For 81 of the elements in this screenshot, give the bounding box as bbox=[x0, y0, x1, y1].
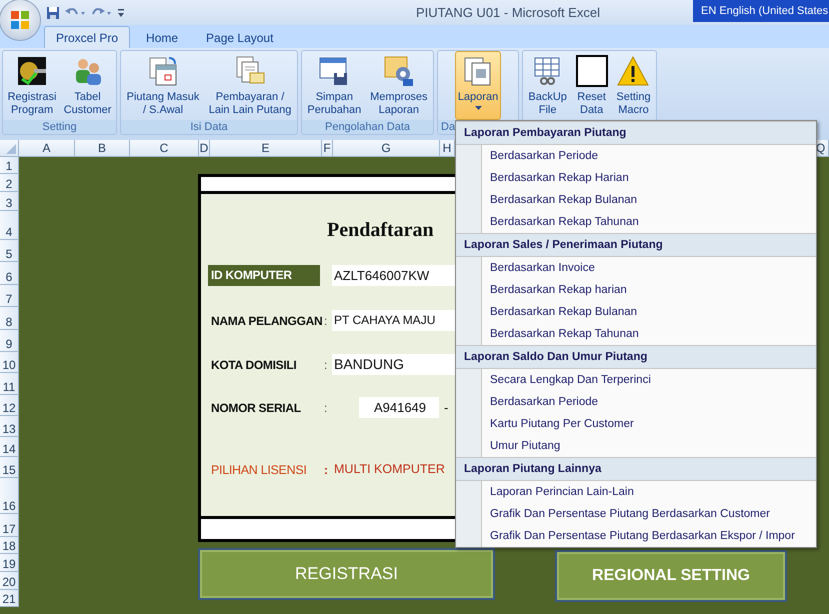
column-header[interactable]: F bbox=[322, 140, 333, 156]
ribbon-tab[interactable]: Page Layout bbox=[194, 26, 286, 48]
ribbon-button[interactable]: Tabel Customer bbox=[60, 51, 114, 120]
colon-separator: : bbox=[324, 462, 329, 476]
row-header[interactable]: 4 bbox=[0, 211, 18, 240]
column-header[interactable]: D bbox=[199, 140, 210, 156]
group-label: Setting bbox=[3, 120, 116, 134]
warning-icon bbox=[617, 55, 650, 87]
row-header[interactable]: 3 bbox=[0, 192, 18, 211]
gear-icon bbox=[382, 55, 415, 87]
row-header[interactable]: 11 bbox=[0, 373, 18, 395]
menu-item[interactable]: Grafik Dan Persentase Piutang Berdasarkan Ekspor / Impor bbox=[456, 525, 816, 547]
column-header[interactable]: G bbox=[333, 140, 440, 156]
row-header[interactable]: 14 bbox=[0, 437, 18, 457]
ribbon-button[interactable]: Setting Macro bbox=[613, 51, 654, 120]
row-header[interactable]: 15 bbox=[0, 457, 18, 478]
row-header[interactable]: 10 bbox=[0, 352, 18, 373]
dash-separator: - bbox=[444, 400, 448, 415]
field-label: ID KOMPUTER bbox=[208, 265, 320, 286]
menu-item[interactable]: Kartu Piutang Per Customer bbox=[456, 413, 816, 435]
ribbon-tab[interactable]: Proxcel Pro bbox=[44, 26, 130, 48]
row-header[interactable]: 2 bbox=[0, 174, 18, 192]
row-header[interactable]: 8 bbox=[0, 307, 18, 330]
field-label: NAMA PELANGGAN bbox=[211, 314, 324, 328]
menu-section-header: Laporan Piutang Lainnya bbox=[456, 457, 816, 481]
menu-item[interactable]: Umur Piutang bbox=[456, 435, 816, 457]
ribbon-tab[interactable]: Home bbox=[134, 26, 190, 48]
column-header[interactable]: E bbox=[210, 140, 322, 156]
colon-separator: : bbox=[324, 358, 328, 372]
row-header[interactable]: 7 bbox=[0, 285, 18, 307]
office-logo-icon bbox=[9, 9, 31, 31]
row-header[interactable]: 16 bbox=[0, 478, 18, 514]
row-header[interactable]: 1 bbox=[0, 157, 18, 174]
row-header[interactable]: 19 bbox=[0, 554, 18, 572]
row-header[interactable]: 21 bbox=[0, 590, 18, 607]
column-header[interactable]: C bbox=[130, 140, 199, 156]
group-label: Pengolahan Data bbox=[302, 120, 433, 134]
ribbon-button[interactable]: Simpan Perubahan bbox=[304, 51, 364, 120]
ribbon-button[interactable]: Pembayaran / Lain Lain Putang bbox=[206, 51, 294, 120]
row-header[interactable]: 17 bbox=[0, 514, 18, 537]
field-label: PILIHAN LISENSI bbox=[211, 462, 308, 476]
colon-separator: : bbox=[324, 400, 328, 414]
ribbon-button[interactable]: Memproses Laporan bbox=[367, 51, 431, 120]
field-value: MULTI KOMPUTER bbox=[333, 461, 445, 478]
menu-item[interactable]: Laporan Perincian Lain-Lain bbox=[456, 481, 816, 503]
group-label: Isi Data bbox=[121, 120, 297, 134]
row-header[interactable]: 18 bbox=[0, 537, 18, 554]
column-header[interactable]: B bbox=[75, 140, 130, 156]
row-header[interactable]: 12 bbox=[0, 395, 18, 416]
ribbon-button[interactable]: Reset Data bbox=[572, 51, 611, 120]
menu-item[interactable]: Berdasarkan Periode bbox=[456, 391, 816, 413]
ribbon-button[interactable]: BackUp File bbox=[525, 51, 570, 120]
field-label: KOTA DOMISILI bbox=[211, 358, 298, 372]
menu-section-header: Laporan Sales / Penerimaan Piutang bbox=[456, 233, 816, 257]
menu-item[interactable]: Berdasarkan Rekap Bulanan bbox=[456, 189, 816, 211]
key-icon bbox=[16, 55, 48, 87]
row-header[interactable]: 20 bbox=[0, 572, 18, 590]
language-bar[interactable]: EN English (United States bbox=[693, 0, 829, 22]
row-header[interactable]: 9 bbox=[0, 330, 18, 352]
ribbon-button[interactable]: Piutang Masuk / S.Awal bbox=[124, 51, 202, 120]
row-header[interactable]: 13 bbox=[0, 416, 18, 437]
menu-item[interactable]: Berdasarkan Rekap Harian bbox=[456, 167, 816, 189]
field-value: A941649 bbox=[359, 397, 439, 418]
save-icon[interactable] bbox=[46, 6, 60, 20]
field-label: NOMOR SERIAL bbox=[211, 400, 302, 414]
column-header[interactable]: A bbox=[19, 140, 75, 156]
row-header[interactable]: 5 bbox=[0, 240, 18, 262]
blank-square-icon bbox=[576, 55, 608, 87]
menu-item[interactable]: Berdasarkan Rekap Tahunan bbox=[456, 211, 816, 233]
window-title: PIUTANG U01 - Microsoft Excel bbox=[416, 5, 600, 20]
menu-item[interactable]: Berdasarkan Periode bbox=[456, 145, 816, 167]
office-button[interactable] bbox=[0, 0, 40, 40]
form-title: Pendaftaran bbox=[327, 219, 434, 242]
menu-item[interactable]: Grafik Dan Persentase Piutang Berdasarkan Customer bbox=[456, 503, 816, 525]
ribbon-button[interactable]: Laporan bbox=[454, 51, 502, 120]
menu-section-header: Laporan Saldo Dan Umur Piutang bbox=[456, 345, 816, 369]
ribbon-button[interactable]: Registrasi Program bbox=[4, 51, 60, 120]
row-header[interactable]: 6 bbox=[0, 262, 18, 285]
calendar-icon bbox=[147, 55, 180, 87]
colon-separator: : bbox=[324, 314, 328, 328]
menu-section-header: Laporan Pembayaran Piutang bbox=[456, 121, 816, 145]
